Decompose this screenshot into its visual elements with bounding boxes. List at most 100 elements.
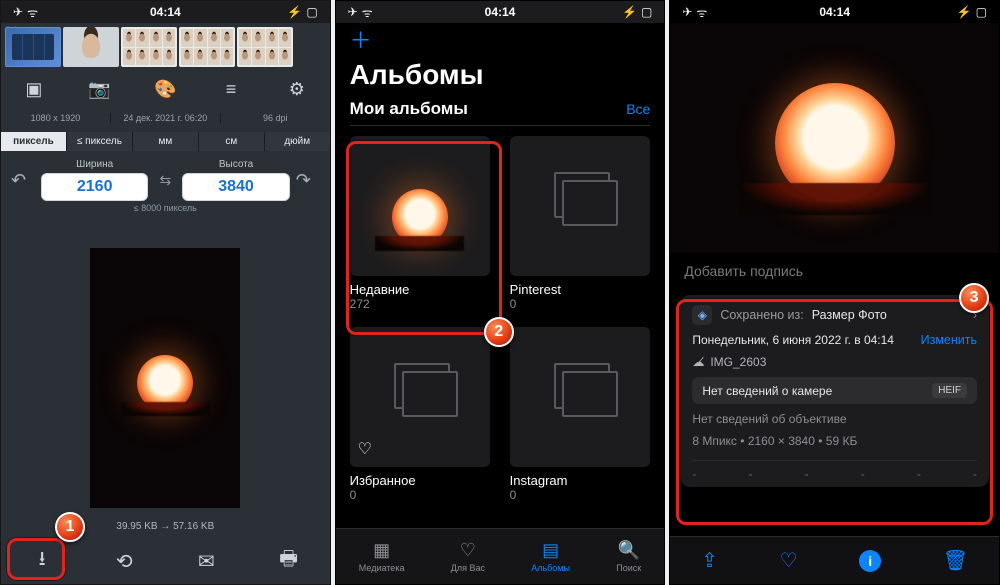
- caption-field[interactable]: Добавить подпись: [670, 253, 999, 289]
- library-icon: ▦: [359, 540, 405, 561]
- template-thumb-row[interactable]: Ad: [1, 23, 330, 71]
- redo-icon[interactable]: ↷: [296, 170, 320, 191]
- chevron-right-icon: ›: [973, 308, 977, 322]
- dimension-controls: ↶ Ширина 2160 ⇆ Высота 3840 ↷: [1, 153, 330, 203]
- saved-from-row[interactable]: ◈ Сохранено из: Размер Фото ›: [692, 305, 977, 325]
- share-button[interactable]: ⟲: [97, 549, 151, 574]
- album-name: Недавние: [350, 282, 490, 297]
- tab-search[interactable]: 🔍 Поиск: [616, 540, 641, 573]
- status-bar: ✈ ᯤ 04:14 ⚡ ▢: [336, 1, 665, 23]
- lens-label: Нет сведений об объективе: [692, 412, 977, 426]
- height-field[interactable]: 3840: [182, 173, 289, 201]
- tab-label: Медиатека: [359, 563, 405, 573]
- airplane-icon: ✈: [13, 5, 23, 19]
- panel-photo-info: ✈ ᯤ 04:14 ⚡ ▢ Добавить подпись ◈ Сохране…: [669, 0, 1000, 585]
- file-row: ☁̸ IMG_2603: [692, 355, 977, 369]
- album-count: 0: [350, 488, 490, 502]
- camera-pill: Нет сведений о камере HEIF: [692, 377, 977, 404]
- page-title: Альбомы: [336, 55, 665, 99]
- album-recents[interactable]: Недавние 272: [350, 136, 490, 311]
- max-limit-label: ≤ 8000 пиксель: [1, 203, 330, 217]
- status-bar: ✈ ᯤ 04:14 ⚡ ▢: [670, 1, 999, 23]
- search-icon: 🔍: [616, 540, 641, 561]
- sun-graphic: [392, 189, 448, 245]
- meta-date: 24 дек. 2021 г. 06:20: [111, 113, 221, 123]
- trash-icon[interactable]: 🗑: [943, 548, 968, 573]
- album-pinterest[interactable]: Pinterest 0: [510, 136, 650, 311]
- width-label: Ширина: [41, 159, 148, 170]
- saved-from-label: Сохранено из:: [720, 308, 803, 322]
- section-header: Мои альбомы Все: [336, 99, 665, 125]
- heart-icon: ♡: [358, 439, 372, 459]
- status-time: 04:14: [485, 5, 516, 19]
- image-preview[interactable]: [90, 248, 240, 508]
- no-camera-label: Нет сведений о камере: [702, 384, 832, 398]
- sliders-icon[interactable]: ≡: [211, 79, 251, 100]
- lock-aspect-icon[interactable]: ⇆: [154, 172, 176, 189]
- sun-graphic: [775, 83, 895, 203]
- album-favorites[interactable]: ♡ Избранное 0: [350, 327, 490, 502]
- see-all-link[interactable]: Все: [626, 101, 650, 117]
- info-icon[interactable]: i: [859, 550, 881, 572]
- album-name: Instagram: [510, 473, 650, 488]
- thumb-app-icon[interactable]: [5, 27, 61, 67]
- tab-label: Для Вас: [451, 563, 485, 573]
- undo-icon[interactable]: ↶: [11, 170, 35, 191]
- edit-date-link[interactable]: Изменить: [921, 333, 977, 347]
- meta-dpi: 96 dpi: [221, 113, 330, 123]
- photo-hero[interactable]: [670, 23, 999, 253]
- thumb-passport-2[interactable]: [179, 27, 235, 67]
- main-toolbar: ▣ 📷 🎨 ≡ ⚙: [1, 71, 330, 107]
- cloud-off-icon: ☁̸: [692, 355, 704, 369]
- battery-icon: ▢: [976, 5, 987, 19]
- mail-button[interactable]: ✉: [179, 549, 233, 574]
- charging-icon: ⚡: [287, 5, 302, 19]
- preview-canvas: 39.95 KB → 57.16 KB: [1, 217, 330, 538]
- metadata-row: 1080 x 1920 24 дек. 2021 г. 06:20 96 dpi: [1, 107, 330, 129]
- sun-graphic: [137, 355, 193, 411]
- thumb-passport-3[interactable]: [237, 27, 293, 67]
- album-instagram[interactable]: Instagram 0: [510, 327, 650, 502]
- format-badge: HEIF: [932, 383, 967, 398]
- albums-grid: Недавние 272 Pinterest 0 ♡ Избранное 0 I…: [336, 126, 665, 512]
- share-icon[interactable]: ⇪: [701, 548, 718, 573]
- filename: IMG_2603: [710, 355, 766, 369]
- gear-icon[interactable]: ⚙: [277, 79, 317, 100]
- airplane-icon: ✈: [348, 5, 358, 19]
- thumb-portrait[interactable]: [63, 27, 119, 67]
- download-button[interactable]: ⭳: [15, 544, 69, 578]
- gallery-icon[interactable]: ▣: [14, 79, 54, 100]
- tab-for-you[interactable]: ♡ Для Вас: [451, 540, 485, 573]
- wifi-icon: ᯤ: [362, 4, 373, 21]
- saved-from-app: Размер Фото: [812, 308, 887, 322]
- add-album-button[interactable]: ＋: [350, 23, 372, 55]
- tab-label: Поиск: [616, 563, 641, 573]
- section-title: Мои альбомы: [350, 99, 468, 119]
- width-field[interactable]: 2160: [41, 173, 148, 201]
- thumb-passport-1[interactable]: [121, 27, 177, 67]
- panel-photos-albums: ✈ ᯤ 04:14 ⚡ ▢ ＋ Альбомы Мои альбомы Все …: [335, 0, 666, 585]
- album-name: Избранное: [350, 473, 490, 488]
- exif-placeholder-row: -- -- --: [692, 460, 977, 481]
- print-button[interactable]: 🖶: [262, 544, 316, 578]
- source-app-icon: ◈: [692, 305, 712, 325]
- camera-icon[interactable]: 📷: [80, 79, 120, 100]
- palette-icon[interactable]: 🎨: [145, 79, 185, 100]
- tab-albums[interactable]: ▤ Альбомы: [531, 540, 570, 573]
- unit-cm[interactable]: см: [199, 132, 265, 151]
- unit-maxpixel[interactable]: ≤ пиксель: [67, 132, 133, 151]
- status-bar: ✈ ᯤ 04:14 ⚡ ▢: [1, 1, 330, 23]
- height-label: Высота: [182, 159, 289, 170]
- panel-resize-app: ✈ ᯤ 04:14 ⚡ ▢ Ad ▣ 📷 🎨 ≡ ⚙ 1080 x 192: [0, 0, 331, 585]
- unit-segmented[interactable]: пиксель ≤ пиксель мм см дюйм: [1, 129, 330, 153]
- wifi-icon: ᯤ: [27, 4, 38, 21]
- unit-mm[interactable]: мм: [133, 132, 199, 151]
- unit-inch[interactable]: дюйм: [265, 132, 330, 151]
- unit-pixel[interactable]: пиксель: [1, 132, 67, 151]
- favorite-icon[interactable]: ♡: [780, 548, 798, 573]
- photo-date: Понедельник, 6 июня 2022 г. в 04:14: [692, 333, 912, 347]
- airplane-icon: ✈: [682, 5, 692, 19]
- album-name: Pinterest: [510, 282, 650, 297]
- tab-library[interactable]: ▦ Медиатека: [359, 540, 405, 573]
- photo-toolbar: ⇪ ♡ i 🗑: [670, 536, 999, 584]
